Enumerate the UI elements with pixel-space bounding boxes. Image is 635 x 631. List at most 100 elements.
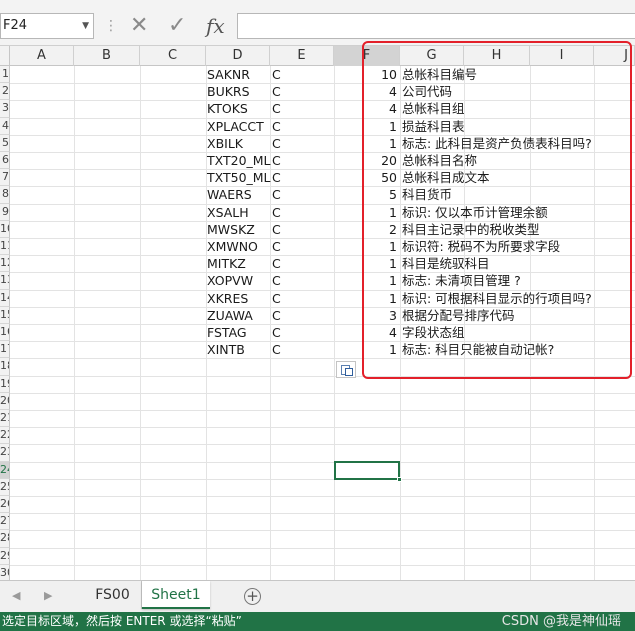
cell-field-name[interactable]: XPLACCT [207,118,270,135]
grid-column-line [140,66,141,580]
row-header[interactable]: 15 [0,306,10,324]
formula-bar: F24 ▼ ⋮ ✕ ✓ fx [0,0,635,46]
cell-field-name[interactable]: MITKZ [207,255,270,272]
cell-data-type[interactable]: C [272,135,332,152]
cell-data-type[interactable]: C [272,66,332,83]
grid-row-line [10,444,635,446]
chevron-down-icon[interactable]: ▼ [82,14,89,38]
grid-column-line [270,66,271,580]
cell-data-type[interactable]: C [272,221,332,238]
cell-data-type[interactable]: C [272,341,332,358]
function-icon[interactable]: fx [206,12,225,40]
cell-field-name[interactable]: XSALH [207,204,270,221]
row-header[interactable]: 16 [0,324,10,342]
cell-data-type[interactable]: C [272,255,332,272]
add-sheet-icon[interactable]: + [244,588,261,605]
cell-data-type[interactable]: C [272,152,332,169]
row-header[interactable]: 29 [0,547,10,565]
cell-field-name[interactable]: XBILK [207,135,270,152]
cell-data-type[interactable]: C [272,238,332,255]
tab-fs00[interactable]: FS00 [84,581,142,609]
row-header[interactable]: 9 [0,203,10,221]
grid-row-line [10,392,635,394]
row-header[interactable]: 21 [0,410,10,428]
select-all-corner[interactable] [0,46,10,66]
cell-data-type[interactable]: C [272,272,332,289]
cell-field-name[interactable]: XKRES [207,290,270,307]
row-header[interactable]: 6 [0,152,10,170]
cell-field-name[interactable]: BUKRS [207,83,270,100]
row-header[interactable]: 22 [0,427,10,445]
row-header[interactable]: 8 [0,186,10,204]
column-header-b[interactable]: B [74,46,140,66]
name-box[interactable]: F24 ▼ [0,13,94,39]
row-header[interactable]: 14 [0,289,10,307]
paste-options-icon[interactable] [336,361,356,378]
row-header[interactable]: 11 [0,238,10,256]
sheet-prev-icon[interactable]: ◀ [12,589,20,602]
grid-row-line [10,410,635,411]
cell-data-type[interactable]: C [272,290,332,307]
grid-row-line [10,530,635,532]
cell-field-name[interactable]: TXT50_ML [207,169,271,186]
row-header[interactable]: 23 [0,444,10,462]
row-header[interactable]: 19 [0,375,10,393]
cell-data-type[interactable]: C [272,118,332,135]
formula-input[interactable] [237,13,635,39]
formula-bar-grip[interactable]: ⋮ [104,18,118,34]
cancel-icon[interactable]: ✕ [130,12,148,40]
row-header[interactable]: 28 [0,530,10,548]
row-header[interactable]: 12 [0,255,10,273]
row-header[interactable]: 10 [0,220,10,238]
cell-field-name[interactable]: XMWNO [207,238,270,255]
page-icon [345,368,353,376]
column-header-c[interactable]: C [140,46,206,66]
watermark: CSDN @我是神仙瑶 [501,614,621,629]
cell-field-name[interactable]: ZUAWA [207,307,270,324]
grid-row-line [10,513,635,515]
cell-field-name[interactable]: XOPVW [207,272,270,289]
cell-data-type[interactable]: C [272,204,332,221]
cell-field-name[interactable]: TXT20_ML [207,152,271,169]
column-header-d[interactable]: D [206,46,270,66]
row-header[interactable]: 3 [0,100,10,118]
tab-sheet1[interactable]: Sheet1 [142,581,210,609]
cell-data-type[interactable]: C [272,100,332,117]
grid-row-line [10,461,635,463]
row-header[interactable]: 4 [0,117,10,135]
row-header[interactable]: 20 [0,392,10,410]
row-header[interactable]: 24 [0,461,10,479]
cell-data-type[interactable]: C [272,83,332,100]
row-header[interactable]: 18 [0,358,10,376]
grid-row-line [10,564,635,566]
row-header[interactable]: 5 [0,134,10,152]
grid-row-line [10,547,635,549]
cell-data-type[interactable]: C [272,307,332,324]
row-header[interactable]: 27 [0,513,10,531]
row-header[interactable]: 7 [0,169,10,187]
row-header[interactable]: 13 [0,272,10,290]
fill-handle[interactable] [397,477,402,482]
cell-field-name[interactable]: WAERS [207,186,270,203]
cell-data-type[interactable]: C [272,186,332,203]
row-header[interactable]: 1 [0,66,10,84]
active-cell-selection[interactable] [334,461,402,482]
cell-field-name[interactable]: SAKNR [207,66,270,83]
enter-icon[interactable]: ✓ [168,12,186,40]
cell-data-type[interactable]: C [272,324,332,341]
column-header-e[interactable]: E [270,46,334,66]
cell-field-name[interactable]: MWSKZ [207,221,270,238]
grid-row-line [10,496,635,497]
row-header[interactable]: 26 [0,496,10,514]
sheet-next-icon[interactable]: ▶ [44,589,52,602]
status-bar: 选定目标区域，然后按 ENTER 或选择“粘贴” CSDN @我是神仙瑶 [0,612,635,631]
row-header[interactable]: 2 [0,83,10,101]
cell-field-name[interactable]: KTOKS [207,100,270,117]
cell-field-name[interactable]: XINTB [207,341,270,358]
cell-data-type[interactable]: C [272,169,332,186]
column-header-a[interactable]: A [10,46,74,66]
row-header[interactable]: 17 [0,341,10,359]
cell-field-name[interactable]: FSTAG [207,324,270,341]
grid-row-line [10,427,635,429]
row-header[interactable]: 25 [0,478,10,496]
